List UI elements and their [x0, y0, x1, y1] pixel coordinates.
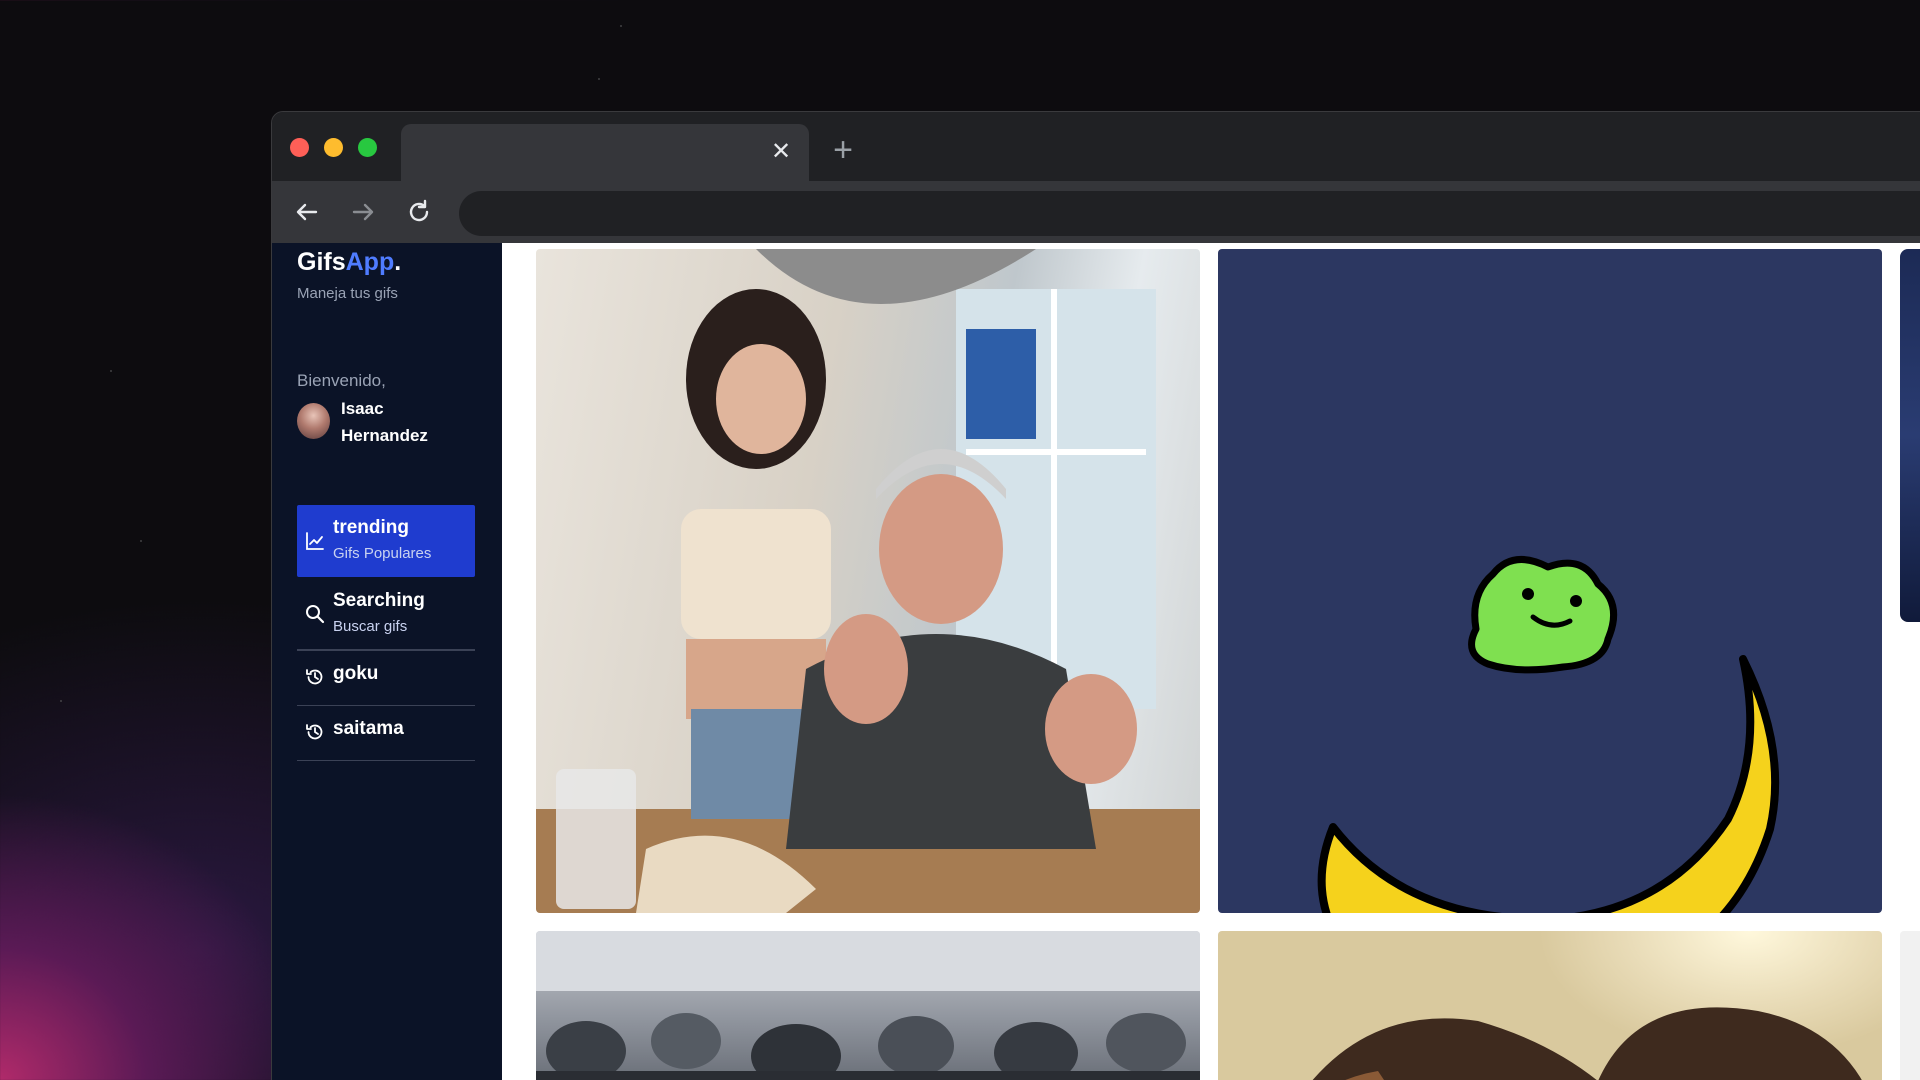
tab-bar: ✕ + — [272, 112, 1920, 181]
address-bar[interactable] — [459, 191, 1920, 236]
brand-name-main: Gifs — [297, 248, 346, 276]
history-item-saitama[interactable]: saitama — [297, 706, 475, 760]
user-name: Isaac Hernandez — [341, 399, 428, 445]
background-star — [140, 540, 142, 542]
app-logo: GifsApp. — [297, 248, 401, 277]
history-item-label: saitama — [333, 718, 404, 739]
menu-item-subtitle: Buscar gifs — [333, 618, 408, 635]
browser-window: ✕ + GifsApp. Maneja tus gifs Bienvenido,… — [271, 111, 1920, 1080]
sidebar: GifsApp. Maneja tus gifs Bienvenido, Isa… — [272, 243, 502, 1080]
history-item-label: goku — [333, 663, 379, 684]
history-icon — [305, 722, 325, 742]
app-content: GifsApp. Maneja tus gifs Bienvenido, Isa… — [272, 243, 1920, 1080]
brand-subtitle: Maneja tus gifs — [297, 285, 398, 302]
divider — [297, 760, 475, 761]
menu-item-subtitle: Gifs Populares — [333, 545, 432, 562]
arrow-right-icon[interactable] — [348, 197, 378, 227]
background-star — [60, 700, 62, 702]
gif-image — [536, 249, 1200, 913]
gif-card[interactable] — [1218, 249, 1882, 913]
search-icon — [305, 604, 325, 624]
trending-chart-icon — [305, 531, 325, 551]
window-maximize-button[interactable] — [358, 138, 377, 157]
avatar — [297, 403, 330, 439]
gif-image — [536, 931, 1200, 1080]
gif-card[interactable] — [1218, 931, 1882, 1080]
browser-toolbar — [272, 181, 1920, 243]
background-star — [598, 78, 600, 80]
browser-tab[interactable]: ✕ — [401, 124, 809, 181]
gif-card[interactable] — [1900, 931, 1920, 1080]
gif-card[interactable] — [1900, 249, 1920, 622]
menu-item-title: trending — [333, 517, 409, 538]
gif-image — [1317, 555, 1780, 913]
menu-item-trending[interactable]: trending Gifs Populares — [297, 505, 475, 577]
plus-icon[interactable]: + — [828, 133, 858, 167]
background-star — [110, 370, 112, 372]
brand-name-accent: App — [345, 248, 395, 276]
history-icon — [305, 667, 325, 687]
close-icon[interactable]: ✕ — [769, 140, 793, 164]
gif-image — [1312, 1007, 1862, 1080]
history-item-goku[interactable]: goku — [297, 651, 475, 705]
window-close-button[interactable] — [290, 138, 309, 157]
background-star — [620, 25, 622, 27]
welcome-text: Bienvenido, — [297, 371, 386, 390]
menu-item-title: Searching — [333, 590, 425, 611]
brand-name-suffix: . — [394, 248, 402, 276]
gif-card[interactable] — [536, 249, 1200, 913]
reload-icon[interactable] — [404, 197, 434, 227]
gif-gallery — [502, 243, 1920, 1080]
window-minimize-button[interactable] — [324, 138, 343, 157]
gif-card[interactable] — [536, 931, 1200, 1080]
arrow-left-icon[interactable] — [292, 197, 322, 227]
menu-item-searching[interactable]: Searching Buscar gifs — [297, 578, 475, 650]
